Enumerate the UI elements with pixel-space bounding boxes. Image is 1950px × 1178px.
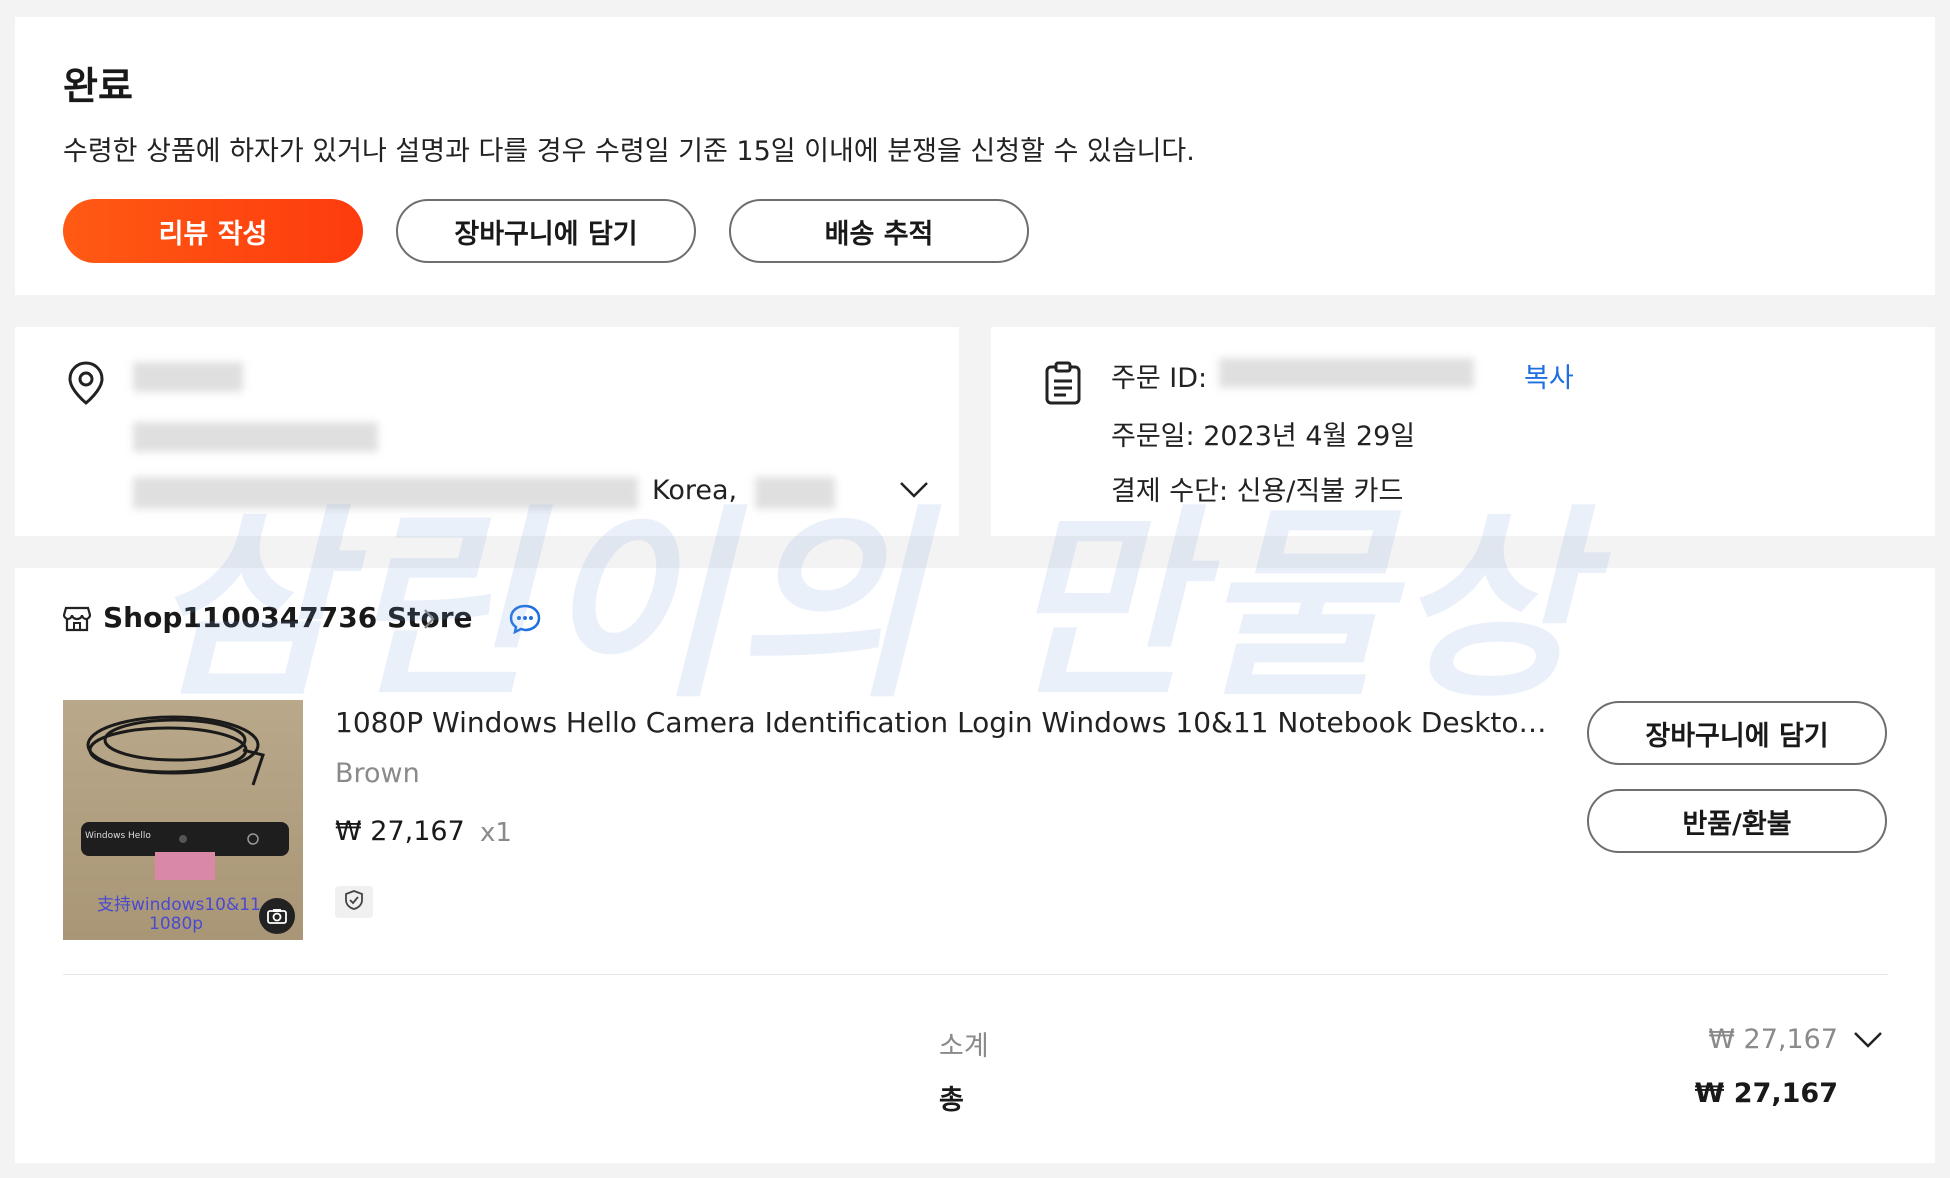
chevron-down-icon[interactable] [899,480,929,504]
redacted-street-address [133,477,638,509]
item-add-to-cart-button[interactable]: 장바구니에 담기 [1587,701,1887,765]
order-items-card: Shop1100347736 Store Windows Hello 支持win… [15,568,1935,1163]
image-caption-1: 支持windows10&11 [97,895,261,915]
order-status-card: 완료 수령한 상품에 하자가 있거나 설명과 다를 경우 수령일 기준 15일 … [15,17,1935,295]
redacted-order-id [1219,358,1474,388]
device-label: Windows Hello [85,831,151,841]
total-label: 총 [939,1085,964,1116]
chevron-down-icon[interactable] [1853,1030,1883,1054]
clipboard-icon [1043,361,1083,409]
product-image[interactable]: Windows Hello 支持windows10&11 1080p [63,700,303,940]
location-pin-icon [67,361,105,409]
copy-order-id-link[interactable]: 복사 [1524,356,1574,395]
track-shipping-button[interactable]: 배송 추적 [729,199,1029,263]
chat-icon[interactable] [509,604,541,638]
redacted-postcode [755,477,835,509]
product-quantity: x1 [480,818,512,848]
shipping-address-card: Korea, [15,327,959,536]
product-title[interactable]: 1080P Windows Hello Camera Identificatio… [335,706,1555,739]
status-title: 완료 [63,64,133,108]
status-description: 수령한 상품에 하자가 있거나 설명과 다를 경우 수령일 기준 15일 이내에… [63,136,1195,167]
store-icon [62,604,92,636]
store-name-link[interactable]: Shop1100347736 Store [103,601,473,634]
shield-check-icon [344,889,364,915]
product-variant: Brown [335,758,420,789]
image-caption-2: 1080p [149,914,204,934]
write-review-button[interactable]: 리뷰 작성 [63,199,363,263]
address-country: Korea, [652,475,738,506]
camera-icon[interactable] [259,898,295,934]
divider [63,974,1888,975]
redacted-phone [133,422,378,452]
buyer-protection-badge[interactable] [335,886,373,918]
order-info-card: 주문 ID: 복사 주문일: 2023년 4월 29일 결제 수단: 신용/직불… [991,327,1935,536]
product-price: ₩ 27,167 [335,816,465,847]
chevron-right-icon[interactable] [423,608,435,634]
order-date: 주문일: 2023년 4월 29일 [1111,421,1416,452]
total-value: ₩ 27,167 [1694,1078,1838,1109]
add-to-cart-button[interactable]: 장바구니에 담기 [396,199,696,263]
subtotal-label: 소계 [939,1031,989,1062]
order-id-label: 주문 ID: [1111,363,1208,394]
payment-method: 결제 수단: 신용/직불 카드 [1111,476,1404,507]
redacted-recipient-name [133,362,243,392]
subtotal-value: ₩ 27,167 [1708,1024,1838,1055]
return-refund-button[interactable]: 반품/환불 [1587,789,1887,853]
